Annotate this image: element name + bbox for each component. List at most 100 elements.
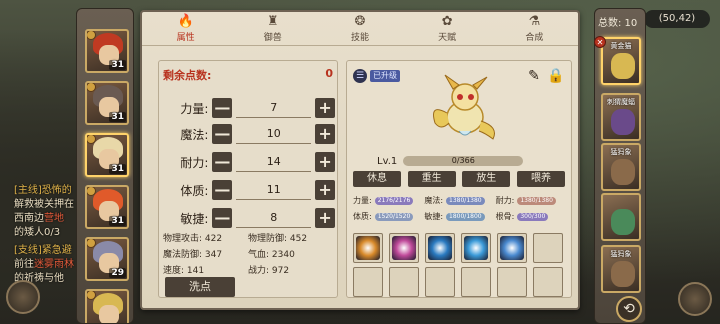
empty-skill-slot[interactable] [389, 267, 419, 297]
quest-text: 前往 [14, 259, 34, 270]
empty-skill-slot[interactable] [497, 267, 527, 297]
hero-level: 29 [109, 268, 126, 278]
close-icon[interactable]: ✕ [594, 36, 606, 48]
skill-slot[interactable] [389, 233, 419, 263]
panel-tabs: 🔥 属性 ♜ 御兽 ❂ 技能 ✿ 天赋 ⚗ 合成 [142, 12, 578, 46]
pet-attribute: 力量: 2176/2176 [353, 195, 424, 206]
rest-button[interactable]: 休息 [353, 171, 401, 187]
empty-skill-slot[interactable] [425, 267, 455, 297]
tab-label: 属性 [176, 32, 195, 43]
stat-row: 耐力: —14 + [165, 151, 335, 173]
skill-slot[interactable] [425, 233, 455, 263]
hero-card[interactable] [85, 289, 129, 323]
pet-attribute-bar: 1380/1380 [517, 196, 556, 205]
increase-button[interactable]: + [315, 98, 335, 118]
stat-value: 7 [236, 98, 312, 118]
remaining-points-label: 剩余点数: [163, 69, 212, 82]
pet-card[interactable]: 猛犸象 [601, 245, 641, 293]
reset-points-button[interactable]: 洗点 [165, 277, 235, 297]
quest-line: 前往迷雾雨林 [14, 258, 74, 272]
derived-stat: 魔法防御: 347 [163, 250, 223, 260]
decrease-button[interactable]: — [212, 208, 233, 228]
pet-section: ☰ 已升级 ✎ 🔒 Lv.1 0/366 休息 重生 放生 喂养 力量: 2176/21… [346, 60, 572, 298]
tab-label: 合成 [525, 32, 544, 43]
stat-name: 敏捷: [180, 211, 209, 226]
pet-level-row: Lv.1 0/366 [377, 155, 567, 167]
skill-slot[interactable] [461, 233, 491, 263]
derived-stats: 物理攻击: 422 物理防御: 452 魔法防御: 347 气血: 2340 速度: 1… [163, 231, 333, 276]
stat-value: 14 [236, 152, 312, 172]
empty-skill-slot[interactable] [533, 267, 563, 297]
quest-line: 解救被关押在 [14, 198, 74, 212]
pet-card[interactable]: 黄金猫 [601, 37, 641, 85]
empty-skill-slot[interactable] [461, 267, 491, 297]
pet-card-label: 刺猬魔蝠 [607, 98, 635, 106]
pet-attribute-bar: 1380/1380 [446, 196, 485, 205]
hero-roster: 31 31 31 31 29 [76, 8, 134, 324]
skill-icon [392, 236, 416, 260]
pet-status-badge: 已升级 [370, 70, 400, 82]
derived-stat: 物理防御: 452 [248, 234, 308, 244]
empty-skill-slot[interactable] [533, 233, 563, 263]
minimap-button[interactable] [6, 280, 40, 314]
increase-button[interactable]: + [315, 124, 335, 144]
quest-text: [主线]恐怖的 [14, 185, 72, 196]
release-button[interactable]: 放生 [462, 171, 511, 187]
stat-name: 耐力: [180, 155, 209, 170]
pet-thumbnail [611, 109, 635, 135]
tab-talent[interactable]: ✿ 天赋 [417, 12, 477, 46]
exp-text: 0/366 [451, 156, 475, 165]
skill-slot[interactable] [353, 233, 383, 263]
pet-attribute-label: 魔法: [424, 196, 444, 205]
hero-card[interactable]: 31 [85, 29, 129, 73]
hero-card[interactable]: 31 [85, 133, 129, 177]
increase-button[interactable]: + [315, 180, 335, 200]
tab-pets[interactable]: ♜ 御兽 [243, 12, 303, 46]
pet-list: 黄金猫 刺猬魔蝠 猛犸象 猛犸象 [594, 8, 646, 324]
decrease-button[interactable]: — [212, 98, 233, 118]
decrease-button[interactable]: — [212, 124, 233, 144]
lock-icon[interactable]: 🔒 [547, 67, 565, 85]
pet-attribute: 耐力: 1380/1380 [496, 195, 567, 206]
rebirth-button[interactable]: 重生 [407, 171, 456, 187]
tab-craft[interactable]: ⚗ 合成 [504, 12, 564, 46]
increase-button[interactable]: + [315, 152, 335, 172]
skill-slot[interactable] [497, 233, 527, 263]
skills-icon: ❂ [354, 13, 366, 29]
quill-icon[interactable]: ✎ [525, 67, 543, 85]
hero-card[interactable]: 31 [85, 81, 129, 125]
exp-bar: 0/366 [403, 156, 524, 166]
tab-skills[interactable]: ❂ 技能 [330, 12, 390, 46]
decrease-button[interactable]: — [212, 180, 233, 200]
pet-card-label: 黄金猫 [610, 42, 632, 50]
pets-icon: ♜ [266, 13, 279, 29]
tab-label: 天赋 [438, 32, 457, 43]
hero-level: 31 [109, 216, 126, 226]
stat-row: 敏捷: —8 + [165, 207, 335, 229]
pet-skills [353, 233, 567, 297]
menu-button[interactable] [678, 282, 712, 316]
pet-attributes: 力量: 2176/2176 魔法: 1380/1380 耐力: 1380/1380 体质: 1… [353, 195, 567, 222]
increase-button[interactable]: + [315, 208, 335, 228]
return-button[interactable]: ⟲ [616, 296, 642, 322]
pet-card[interactable]: 刺猬魔蝠 [601, 93, 641, 141]
hero-card[interactable]: 31 [85, 185, 129, 229]
pet-card[interactable] [601, 193, 641, 241]
stat-name: 力量: [180, 101, 209, 116]
pet-info-button[interactable]: ☰ 已升级 [353, 69, 400, 83]
quest-line: [主线]恐怖的 [14, 184, 72, 198]
empty-skill-slot[interactable] [353, 267, 383, 297]
pet-attribute: 根骨: 300/300 [496, 211, 567, 222]
quest-text: [支线]紧急避 [14, 245, 72, 256]
quest-text: 西南边 [14, 213, 44, 224]
decrease-button[interactable]: — [212, 152, 233, 172]
hero-card[interactable]: 29 [85, 237, 129, 281]
pet-attribute-bar: 300/300 [517, 212, 549, 221]
tab-attributes[interactable]: 🔥 属性 [156, 12, 216, 46]
pet-card[interactable]: 猛犸象 [601, 143, 641, 191]
derived-stat: 气血: 2340 [248, 250, 295, 260]
feed-button[interactable]: 喂养 [516, 171, 565, 187]
pet-total: 总数: 10 [598, 18, 638, 29]
pet-attribute-label: 耐力: [495, 196, 515, 205]
pet-attribute-label: 力量: [353, 196, 372, 205]
